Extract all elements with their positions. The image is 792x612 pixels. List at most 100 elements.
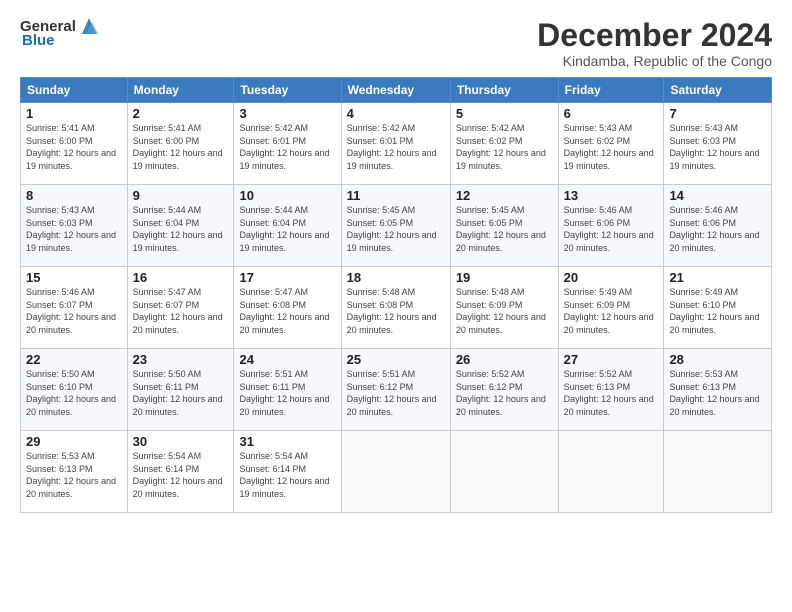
day-number: 21 [669, 270, 766, 285]
day-number: 3 [239, 106, 335, 121]
day-info: Sunrise: 5:51 AMSunset: 6:11 PMDaylight:… [239, 368, 335, 418]
day-info: Sunrise: 5:52 AMSunset: 6:12 PMDaylight:… [456, 368, 553, 418]
calendar-week-row: 29 Sunrise: 5:53 AMSunset: 6:13 PMDaylig… [21, 431, 772, 513]
table-row: 13 Sunrise: 5:46 AMSunset: 6:06 PMDaylig… [558, 185, 664, 267]
day-info: Sunrise: 5:44 AMSunset: 6:04 PMDaylight:… [133, 204, 229, 254]
col-tuesday: Tuesday [234, 78, 341, 103]
table-row: 9 Sunrise: 5:44 AMSunset: 6:04 PMDayligh… [127, 185, 234, 267]
table-row: 27 Sunrise: 5:52 AMSunset: 6:13 PMDaylig… [558, 349, 664, 431]
day-info: Sunrise: 5:50 AMSunset: 6:10 PMDaylight:… [26, 368, 122, 418]
day-number: 1 [26, 106, 122, 121]
table-row: 26 Sunrise: 5:52 AMSunset: 6:12 PMDaylig… [450, 349, 558, 431]
table-row: 23 Sunrise: 5:50 AMSunset: 6:11 PMDaylig… [127, 349, 234, 431]
day-number: 6 [564, 106, 659, 121]
day-info: Sunrise: 5:42 AMSunset: 6:01 PMDaylight:… [239, 122, 335, 172]
day-number: 12 [456, 188, 553, 203]
day-info: Sunrise: 5:43 AMSunset: 6:03 PMDaylight:… [669, 122, 766, 172]
table-row: 24 Sunrise: 5:51 AMSunset: 6:11 PMDaylig… [234, 349, 341, 431]
table-row: 28 Sunrise: 5:53 AMSunset: 6:13 PMDaylig… [664, 349, 772, 431]
day-number: 16 [133, 270, 229, 285]
day-number: 4 [347, 106, 445, 121]
day-info: Sunrise: 5:50 AMSunset: 6:11 PMDaylight:… [133, 368, 229, 418]
table-row: 19 Sunrise: 5:48 AMSunset: 6:09 PMDaylig… [450, 267, 558, 349]
day-info: Sunrise: 5:45 AMSunset: 6:05 PMDaylight:… [456, 204, 553, 254]
calendar: Sunday Monday Tuesday Wednesday Thursday… [20, 77, 772, 513]
table-row: 22 Sunrise: 5:50 AMSunset: 6:10 PMDaylig… [21, 349, 128, 431]
day-info: Sunrise: 5:54 AMSunset: 6:14 PMDaylight:… [133, 450, 229, 500]
table-row: 18 Sunrise: 5:48 AMSunset: 6:08 PMDaylig… [341, 267, 450, 349]
day-number: 13 [564, 188, 659, 203]
calendar-week-row: 1 Sunrise: 5:41 AMSunset: 6:00 PMDayligh… [21, 103, 772, 185]
day-number: 14 [669, 188, 766, 203]
day-info: Sunrise: 5:46 AMSunset: 6:06 PMDaylight:… [669, 204, 766, 254]
day-number: 23 [133, 352, 229, 367]
day-info: Sunrise: 5:44 AMSunset: 6:04 PMDaylight:… [239, 204, 335, 254]
day-info: Sunrise: 5:45 AMSunset: 6:05 PMDaylight:… [347, 204, 445, 254]
table-row: 2 Sunrise: 5:41 AMSunset: 6:00 PMDayligh… [127, 103, 234, 185]
table-row: 7 Sunrise: 5:43 AMSunset: 6:03 PMDayligh… [664, 103, 772, 185]
col-sunday: Sunday [21, 78, 128, 103]
col-friday: Friday [558, 78, 664, 103]
calendar-week-row: 8 Sunrise: 5:43 AMSunset: 6:03 PMDayligh… [21, 185, 772, 267]
table-row: 30 Sunrise: 5:54 AMSunset: 6:14 PMDaylig… [127, 431, 234, 513]
table-row: 25 Sunrise: 5:51 AMSunset: 6:12 PMDaylig… [341, 349, 450, 431]
day-info: Sunrise: 5:48 AMSunset: 6:08 PMDaylight:… [347, 286, 445, 336]
day-number: 19 [456, 270, 553, 285]
col-thursday: Thursday [450, 78, 558, 103]
month-title: December 2024 [537, 18, 772, 53]
day-number: 17 [239, 270, 335, 285]
day-info: Sunrise: 5:43 AMSunset: 6:02 PMDaylight:… [564, 122, 659, 172]
table-row: 8 Sunrise: 5:43 AMSunset: 6:03 PMDayligh… [21, 185, 128, 267]
col-wednesday: Wednesday [341, 78, 450, 103]
day-number: 2 [133, 106, 229, 121]
table-row: 3 Sunrise: 5:42 AMSunset: 6:01 PMDayligh… [234, 103, 341, 185]
logo-blue: Blue [22, 32, 55, 50]
day-number: 7 [669, 106, 766, 121]
logo-icon [78, 16, 100, 36]
day-number: 15 [26, 270, 122, 285]
day-number: 24 [239, 352, 335, 367]
table-row: 11 Sunrise: 5:45 AMSunset: 6:05 PMDaylig… [341, 185, 450, 267]
day-info: Sunrise: 5:43 AMSunset: 6:03 PMDaylight:… [26, 204, 122, 254]
calendar-week-row: 15 Sunrise: 5:46 AMSunset: 6:07 PMDaylig… [21, 267, 772, 349]
table-row: 5 Sunrise: 5:42 AMSunset: 6:02 PMDayligh… [450, 103, 558, 185]
day-number: 11 [347, 188, 445, 203]
calendar-week-row: 22 Sunrise: 5:50 AMSunset: 6:10 PMDaylig… [21, 349, 772, 431]
day-number: 18 [347, 270, 445, 285]
calendar-header-row: Sunday Monday Tuesday Wednesday Thursday… [21, 78, 772, 103]
page: General Blue December 2024 Kindamba, Rep… [0, 0, 792, 612]
day-number: 10 [239, 188, 335, 203]
table-row: 20 Sunrise: 5:49 AMSunset: 6:09 PMDaylig… [558, 267, 664, 349]
table-row: 31 Sunrise: 5:54 AMSunset: 6:14 PMDaylig… [234, 431, 341, 513]
day-info: Sunrise: 5:53 AMSunset: 6:13 PMDaylight:… [26, 450, 122, 500]
table-row: 16 Sunrise: 5:47 AMSunset: 6:07 PMDaylig… [127, 267, 234, 349]
day-number: 28 [669, 352, 766, 367]
logo: General Blue [20, 18, 100, 50]
day-info: Sunrise: 5:41 AMSunset: 6:00 PMDaylight:… [26, 122, 122, 172]
day-info: Sunrise: 5:52 AMSunset: 6:13 PMDaylight:… [564, 368, 659, 418]
table-row: 6 Sunrise: 5:43 AMSunset: 6:02 PMDayligh… [558, 103, 664, 185]
day-number: 30 [133, 434, 229, 449]
table-row: 1 Sunrise: 5:41 AMSunset: 6:00 PMDayligh… [21, 103, 128, 185]
day-number: 27 [564, 352, 659, 367]
day-info: Sunrise: 5:53 AMSunset: 6:13 PMDaylight:… [669, 368, 766, 418]
day-number: 20 [564, 270, 659, 285]
day-number: 9 [133, 188, 229, 203]
day-info: Sunrise: 5:47 AMSunset: 6:07 PMDaylight:… [133, 286, 229, 336]
table-row: 4 Sunrise: 5:42 AMSunset: 6:01 PMDayligh… [341, 103, 450, 185]
day-number: 26 [456, 352, 553, 367]
table-row: 17 Sunrise: 5:47 AMSunset: 6:08 PMDaylig… [234, 267, 341, 349]
day-info: Sunrise: 5:49 AMSunset: 6:10 PMDaylight:… [669, 286, 766, 336]
day-number: 5 [456, 106, 553, 121]
table-row: 14 Sunrise: 5:46 AMSunset: 6:06 PMDaylig… [664, 185, 772, 267]
table-row: 21 Sunrise: 5:49 AMSunset: 6:10 PMDaylig… [664, 267, 772, 349]
day-info: Sunrise: 5:54 AMSunset: 6:14 PMDaylight:… [239, 450, 335, 500]
day-info: Sunrise: 5:47 AMSunset: 6:08 PMDaylight:… [239, 286, 335, 336]
day-number: 31 [239, 434, 335, 449]
table-row: 10 Sunrise: 5:44 AMSunset: 6:04 PMDaylig… [234, 185, 341, 267]
col-saturday: Saturday [664, 78, 772, 103]
table-row [341, 431, 450, 513]
table-row [558, 431, 664, 513]
header: General Blue December 2024 Kindamba, Rep… [20, 18, 772, 69]
table-row [664, 431, 772, 513]
